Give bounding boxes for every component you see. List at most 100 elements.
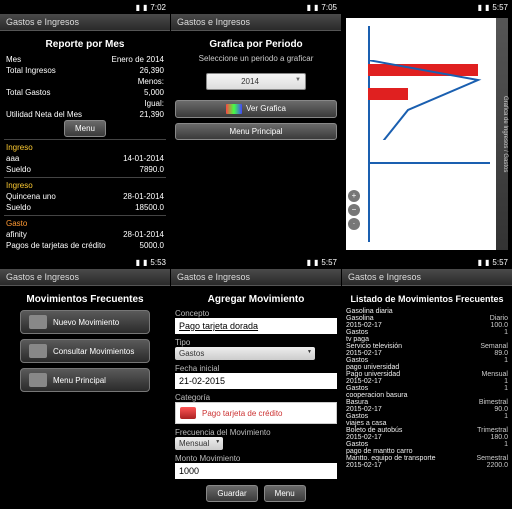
menu-button[interactable]: Menu (264, 485, 306, 502)
item-name: Gastos (346, 441, 368, 448)
app-bar: Gastos e Ingresos (171, 14, 341, 31)
list-item[interactable]: tv paga (346, 336, 508, 343)
list-item[interactable]: Gasolina diaria (346, 308, 508, 315)
amount-input[interactable]: 1000 (175, 463, 337, 479)
list-item[interactable]: Gastos 1 (346, 385, 508, 392)
main-menu-button[interactable]: Menu Principal (20, 368, 150, 392)
item-value: 1 (504, 385, 508, 392)
clock: 7:05 (321, 3, 337, 12)
list-item[interactable]: 2015-02-1790.0 (346, 406, 508, 413)
search-icon (29, 344, 47, 358)
type-select[interactable]: Gastos (175, 347, 315, 360)
entry-name: afinity (6, 230, 27, 239)
list-item[interactable]: Gastos1 (346, 413, 508, 420)
frequency-select[interactable]: Mensual (175, 437, 223, 450)
list-item[interactable]: cooperacion basura (346, 392, 508, 399)
concept-input[interactable]: Pago tarjeta dorada (175, 318, 337, 334)
new-movement-button[interactable]: Nuevo Movimiento (20, 310, 150, 334)
subtitle: Seleccione un periodo a graficar (175, 54, 337, 63)
item-name: Pago universidad (346, 371, 400, 378)
query-movements-button[interactable]: Consultar Movimientos (20, 339, 150, 363)
chart-canvas[interactable]: + − · Grafica de Ingresos / Gastos (346, 18, 508, 250)
screen-frequent: ▮ ▮ 5:53 Gastos e Ingresos Movimientos F… (0, 255, 170, 509)
list-item[interactable]: 2015-02-17180.0 (346, 434, 508, 441)
save-button[interactable]: Guardar (206, 485, 257, 502)
list-item[interactable]: Gasolina Diario (346, 315, 508, 322)
menu-button[interactable]: Menu (64, 120, 106, 137)
list-item[interactable]: Mantto. equipo de transporte Semestral (346, 455, 508, 462)
row-label: Utilidad Neta del Mes (6, 110, 82, 119)
date-input[interactable]: 21-02-2015 (175, 373, 337, 389)
category-picker[interactable]: Pago tarjeta de crédito (175, 402, 337, 424)
screen-chart-select: ▮ ▮ 7:05 Gastos e Ingresos Grafica por P… (171, 0, 341, 254)
list-item[interactable]: Gastos1 (346, 357, 508, 364)
list-item[interactable]: 2015-02-17 100.0 (346, 322, 508, 329)
type-label: Tipo (175, 338, 337, 347)
clock: 7:02 (150, 3, 166, 12)
list-item[interactable]: Gastos1 (346, 329, 508, 336)
entry-cat: Sueldo (6, 203, 31, 212)
item-value: 89.0 (494, 350, 508, 357)
entry-date: 28-01-2014 (123, 230, 164, 239)
row-value: Igual: (144, 99, 164, 108)
list-item[interactable]: Servicio televisiónSemanal (346, 343, 508, 350)
list-item[interactable]: Pago universidad Mensual (346, 371, 508, 378)
signal-icon: ▮ (136, 3, 140, 12)
page-title: Movimientos Frecuentes (4, 294, 166, 305)
row-value: 26,390 (140, 66, 164, 75)
item-value: Diario (490, 315, 508, 322)
zoom-reset-button[interactable]: · (348, 218, 360, 230)
item-name: pago de mantto carro (346, 448, 413, 455)
row-label: Mes (6, 55, 21, 64)
row-label: Total Gastos (6, 88, 50, 97)
year-select[interactable]: 2014 (206, 73, 306, 90)
battery-icon: ▮ (314, 258, 318, 267)
item-name: 2015-02-17 (346, 406, 382, 413)
view-chart-button[interactable]: Ver Grafica (175, 100, 337, 118)
list-item[interactable]: viajes a casa (346, 420, 508, 427)
zoom-out-button[interactable]: − (348, 204, 360, 216)
list-item[interactable]: 2015-02-1789.0 (346, 350, 508, 357)
screen-listing: ▮ ▮ 5:57 Gastos e Ingresos Listado de Mo… (342, 255, 512, 509)
list-item[interactable]: Gastos1 (346, 441, 508, 448)
item-name: Gasolina (346, 315, 374, 322)
date-label: Fecha inicial (175, 364, 337, 373)
item-value: 1 (504, 329, 508, 336)
item-name: Gastos (346, 385, 368, 392)
list-item[interactable]: pago de mantto carro (346, 448, 508, 455)
app-bar: Gastos e Ingresos (171, 269, 341, 286)
item-name: 2015-02-17 (346, 322, 382, 329)
entry-date: 14-01-2014 (123, 154, 164, 163)
page-title: Reporte por Mes (4, 39, 166, 50)
item-value: 180.0 (490, 434, 508, 441)
list-item[interactable]: Boleto de autobúsTrimestral (346, 427, 508, 434)
entry-name: Quincena uno (6, 192, 56, 201)
row-value: 21,390 (140, 110, 164, 119)
chart-icon (226, 104, 242, 114)
row-value: Menos: (138, 77, 164, 86)
list-item[interactable]: pago universidad (346, 364, 508, 371)
list-item[interactable]: BasuraBimestral (346, 399, 508, 406)
battery-icon: ▮ (143, 258, 147, 267)
zoom-in-button[interactable]: + (348, 190, 360, 202)
signal-icon: ▮ (478, 258, 482, 267)
new-icon (29, 315, 47, 329)
item-value: Mensual (482, 371, 508, 378)
item-name: 2015-02-17 (346, 378, 382, 385)
main-menu-button[interactable]: Menu Principal (175, 123, 337, 140)
app-bar: Gastos e Ingresos (342, 269, 512, 286)
entry-cat: Sueldo (6, 165, 31, 174)
item-name: 2015-02-17 (346, 462, 382, 469)
item-value: 2200.0 (487, 462, 508, 469)
page-title: Grafica por Periodo (175, 39, 337, 50)
list-item[interactable]: 2015-02-17 2200.0 (346, 462, 508, 469)
item-value: 100.0 (490, 322, 508, 329)
item-name: pago universidad (346, 364, 399, 371)
movements-list[interactable]: Gasolina diariaGasolinaDiario2015-02-171… (346, 308, 508, 469)
app-bar: Gastos e Ingresos (0, 269, 170, 286)
item-value: Semestral (476, 455, 508, 462)
list-item[interactable]: 2015-02-171 (346, 378, 508, 385)
category-label: Categoría (175, 393, 337, 402)
clock: 5:57 (492, 3, 508, 12)
item-name: Mantto. equipo de transporte (346, 455, 436, 462)
